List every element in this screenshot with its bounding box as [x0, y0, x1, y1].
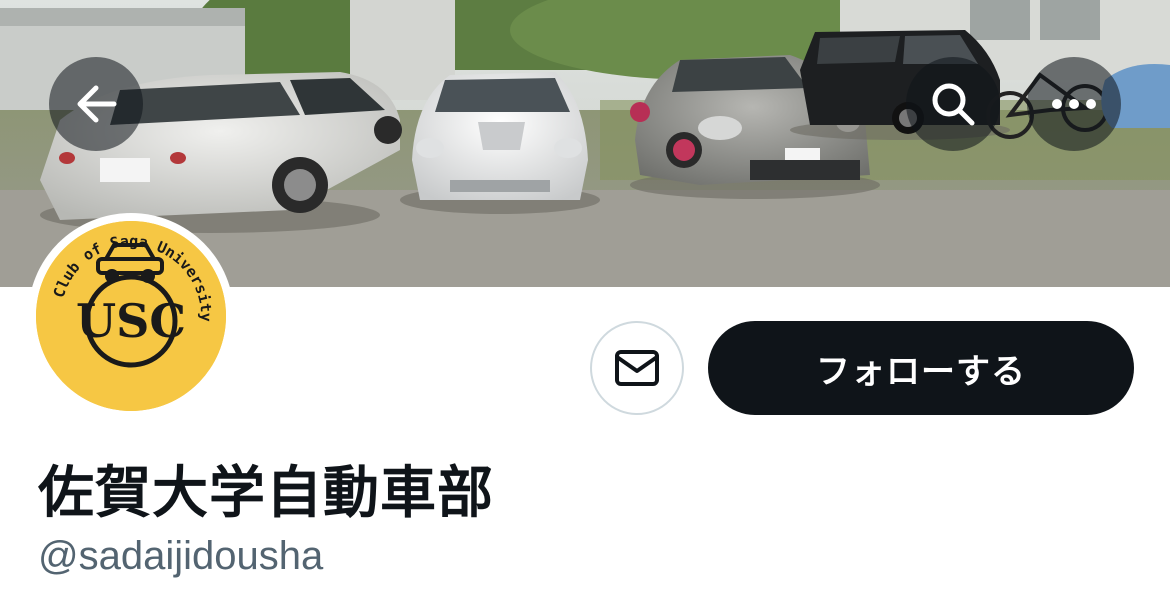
message-button[interactable] — [590, 321, 684, 415]
follow-button[interactable]: フォローする — [708, 321, 1134, 415]
user-handle: @sadaijidousha — [38, 534, 324, 578]
club-logo: Club of Saga University USC — [36, 221, 226, 411]
display-name: 佐賀大学自動車部 — [38, 461, 494, 526]
follow-button-label: フォローする — [816, 351, 1026, 392]
back-button[interactable] — [49, 57, 143, 151]
more-button[interactable] — [1027, 57, 1121, 151]
avatar[interactable]: Club of Saga University USC — [28, 213, 234, 419]
search-icon — [932, 83, 975, 126]
search-button[interactable] — [906, 57, 1000, 151]
more-horizontal-icon — [1052, 99, 1096, 109]
svg-text:USC: USC — [76, 294, 186, 348]
envelope-icon — [615, 350, 659, 386]
arrow-left-icon — [77, 85, 117, 123]
